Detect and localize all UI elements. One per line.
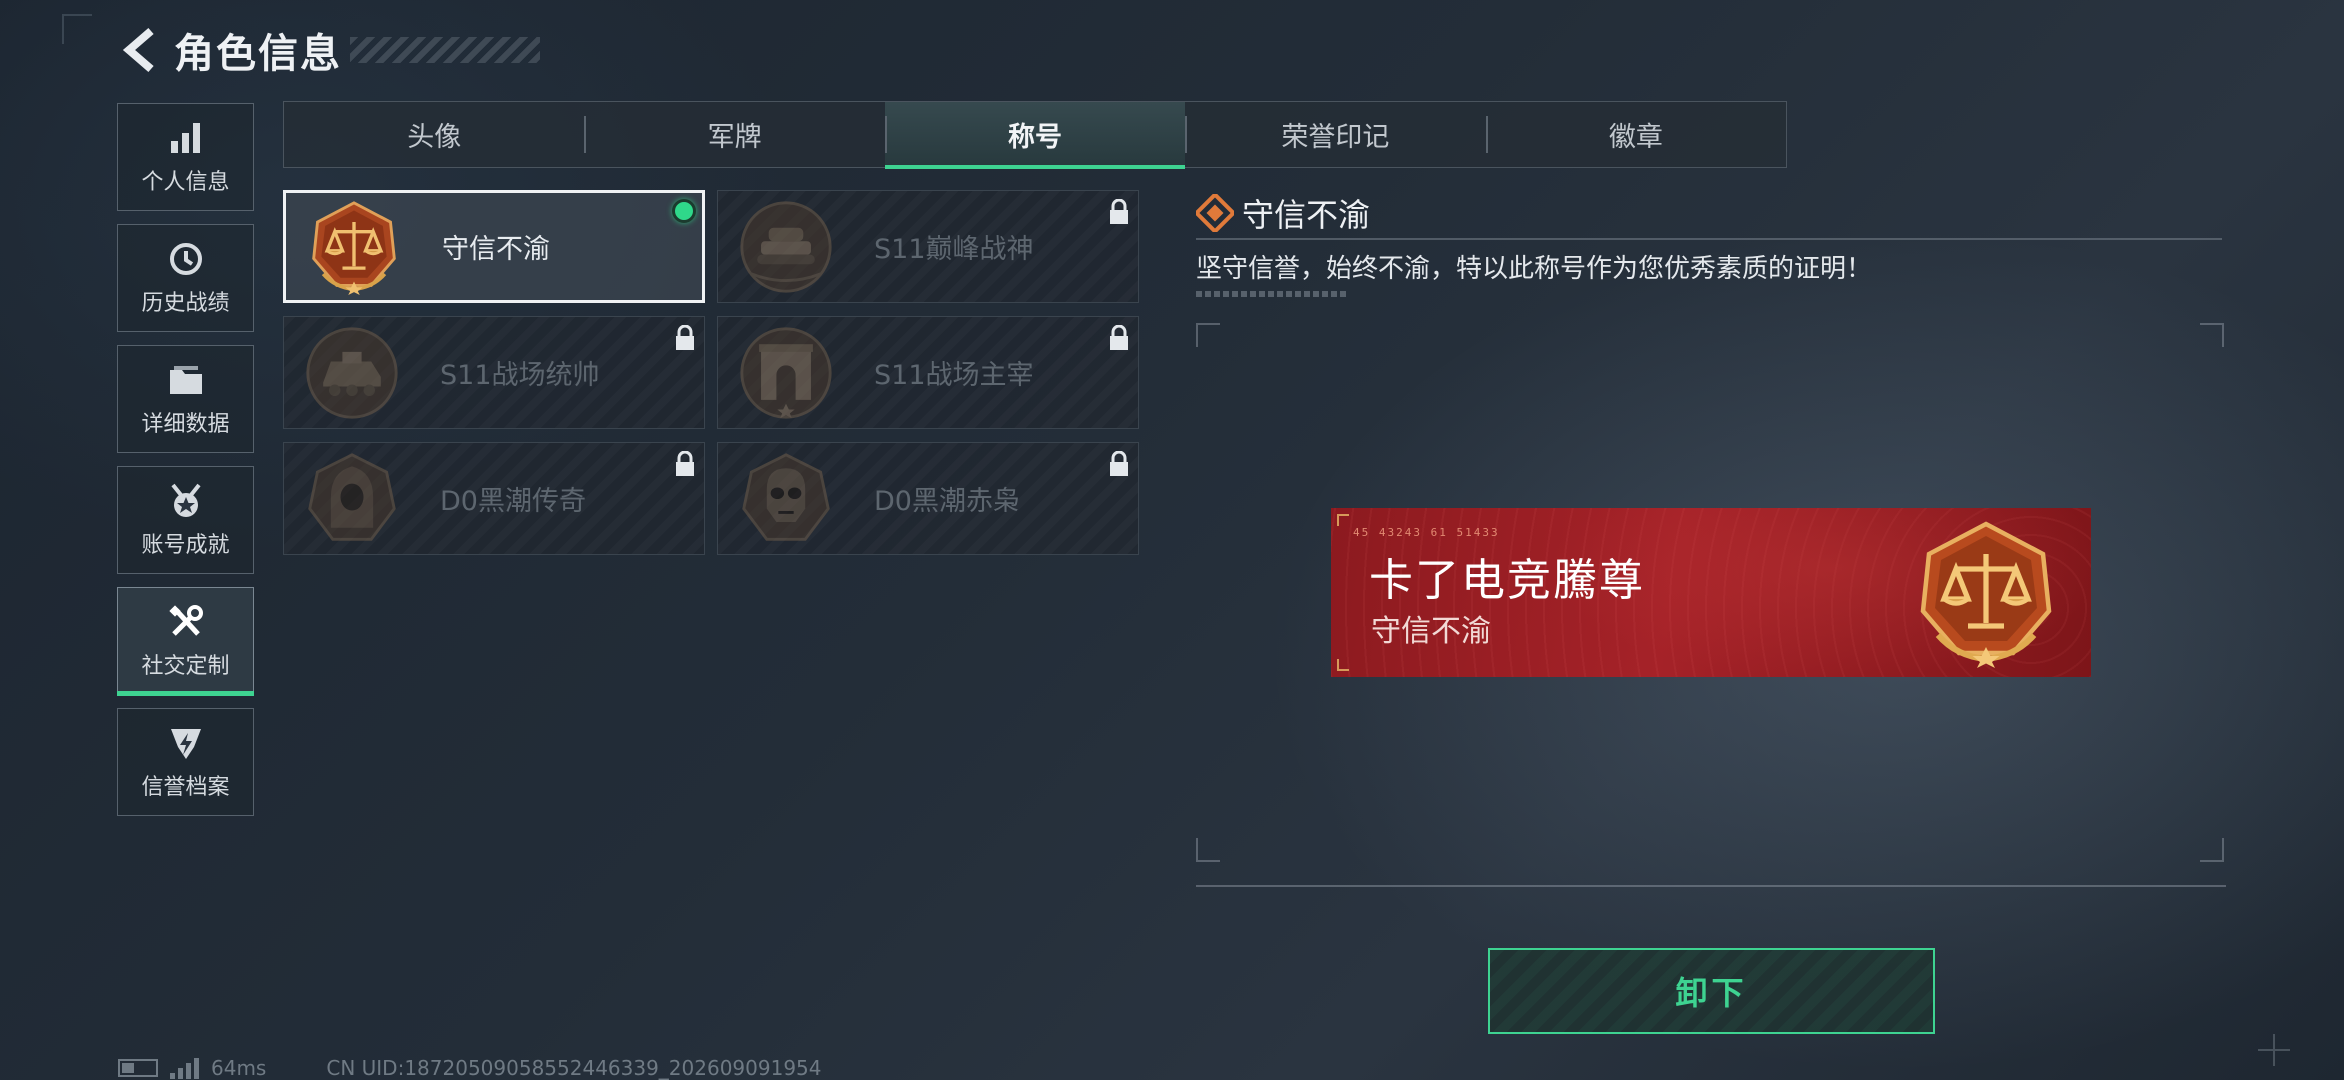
title-card-name: S11战场统帅	[440, 360, 600, 391]
detail-title: 守信不渝	[1242, 196, 1371, 234]
armored-vehicle-emblem-icon	[306, 326, 398, 419]
scales-emblem-icon	[1920, 521, 2052, 668]
title-card-2[interactable]: S11战场统帅	[283, 316, 705, 429]
status-footer: 64ms CN UID:18720509058552446339_2026090…	[118, 1056, 822, 1080]
title-card-3[interactable]: S11战场主宰	[717, 316, 1139, 429]
achievement-medal-icon	[166, 481, 206, 521]
sidebar-item-history[interactable]: 历史战绩	[117, 224, 254, 332]
sidebar-item-personal-info[interactable]: 个人信息	[117, 103, 254, 211]
hooded-figure-emblem-icon	[308, 452, 396, 541]
preview-frame-corner	[1196, 838, 1220, 862]
preview-frame-corner	[2200, 323, 2224, 347]
detail-header: 守信不渝	[1196, 190, 1370, 236]
preview-frame-corner	[2200, 838, 2224, 862]
title-card-name: 守信不渝	[442, 234, 550, 265]
unequip-button-label: 卸下	[1675, 974, 1748, 1012]
sidebar-item-credit-record[interactable]: 信誉档案	[117, 708, 254, 816]
battery-icon	[118, 1059, 158, 1077]
sidebar-nav: 个人信息 历史战绩 详细数据 账号成就 社交定制 信誉档案	[117, 103, 254, 829]
tab-avatar[interactable]: 头像	[284, 102, 584, 167]
sidebar-item-label: 历史战绩	[141, 291, 230, 316]
sidebar-item-label: 账号成就	[141, 533, 230, 558]
ping-value: 64ms	[211, 1056, 267, 1080]
folder-icon	[166, 360, 206, 400]
title-grid: 守信不渝 S11巅峰战神 S11战场统帅 S11战场主宰 D0黑潮传奇 D0黑潮…	[283, 190, 1139, 555]
detail-description: 坚守信誉，始终不渝，特以此称号作为您优秀素质的证明！	[1196, 254, 1873, 284]
nameplate-corner	[1337, 659, 1349, 671]
divider	[1196, 885, 2226, 887]
history-clock-icon	[166, 239, 206, 279]
back-arrow-icon[interactable]	[118, 22, 164, 78]
nameplate-code: 45 43243 61 51433	[1353, 526, 1500, 539]
tab-title[interactable]: 称号	[884, 102, 1186, 169]
title-card-1[interactable]: S11巅峰战神	[717, 190, 1139, 303]
scales-emblem-icon	[312, 200, 396, 295]
sidebar-item-detailed-data[interactable]: 详细数据	[117, 345, 254, 453]
user-uid: CN UID:18720509058552446339_202609091954	[326, 1056, 822, 1080]
title-card-0[interactable]: 守信不渝	[283, 190, 705, 303]
preview-frame-corner	[1196, 323, 1220, 347]
page-title: 角色信息	[174, 31, 342, 77]
tank-emblem-icon	[740, 200, 832, 293]
sidebar-item-achievements[interactable]: 账号成就	[117, 466, 254, 574]
equipped-indicator-dot	[672, 199, 696, 223]
arch-emblem-icon	[740, 326, 832, 419]
sidebar-item-label: 信誉档案	[141, 775, 230, 800]
title-stripe-decoration	[350, 37, 540, 63]
tools-icon	[166, 602, 206, 642]
sidebar-item-social-custom[interactable]: 社交定制	[117, 587, 254, 696]
title-card-5[interactable]: D0黑潮赤枭	[717, 442, 1139, 555]
lock-icon	[676, 325, 694, 350]
nameplate-player-name: 卡了电竞騰尊	[1369, 555, 1645, 606]
nameplate-title: 守信不渝	[1371, 614, 1491, 649]
description-decoration-bar	[1196, 291, 1348, 297]
shield-badge-icon	[166, 723, 206, 763]
signal-icon	[170, 1057, 199, 1079]
skull-mask-emblem-icon	[742, 452, 830, 541]
lock-icon	[1110, 325, 1128, 350]
category-tabs: 头像 军牌 称号 荣誉印记 徽章	[283, 101, 1787, 169]
nameplate-preview: 45 43243 61 51433 卡了电竞騰尊 守信不渝	[1331, 508, 2091, 677]
diamond-marker-icon	[1196, 194, 1234, 232]
divider	[1196, 238, 2222, 240]
unequip-button[interactable]: 卸下	[1488, 948, 1935, 1034]
bar-chart-icon	[166, 118, 206, 158]
nameplate-corner	[1337, 514, 1349, 526]
corner-decoration	[62, 14, 92, 44]
tab-badge[interactable]: 徽章	[1485, 102, 1786, 167]
page-header: 角色信息	[118, 22, 540, 78]
sidebar-item-label: 社交定制	[141, 654, 230, 679]
title-card-name: S11巅峰战神	[874, 234, 1034, 265]
lock-icon	[1110, 451, 1128, 476]
title-card-4[interactable]: D0黑潮传奇	[283, 442, 705, 555]
lock-icon	[676, 451, 694, 476]
tab-dog-tag[interactable]: 军牌	[584, 102, 884, 167]
title-card-name: S11战场主宰	[874, 360, 1034, 391]
sidebar-item-label: 详细数据	[141, 412, 230, 437]
title-card-name: D0黑潮赤枭	[874, 486, 1020, 517]
title-card-name: D0黑潮传奇	[440, 486, 586, 517]
lock-icon	[1110, 199, 1128, 224]
tab-honor-mark[interactable]: 荣誉印记	[1185, 102, 1485, 167]
sidebar-item-label: 个人信息	[141, 170, 230, 195]
crosshair-decoration-icon	[2258, 1034, 2290, 1066]
